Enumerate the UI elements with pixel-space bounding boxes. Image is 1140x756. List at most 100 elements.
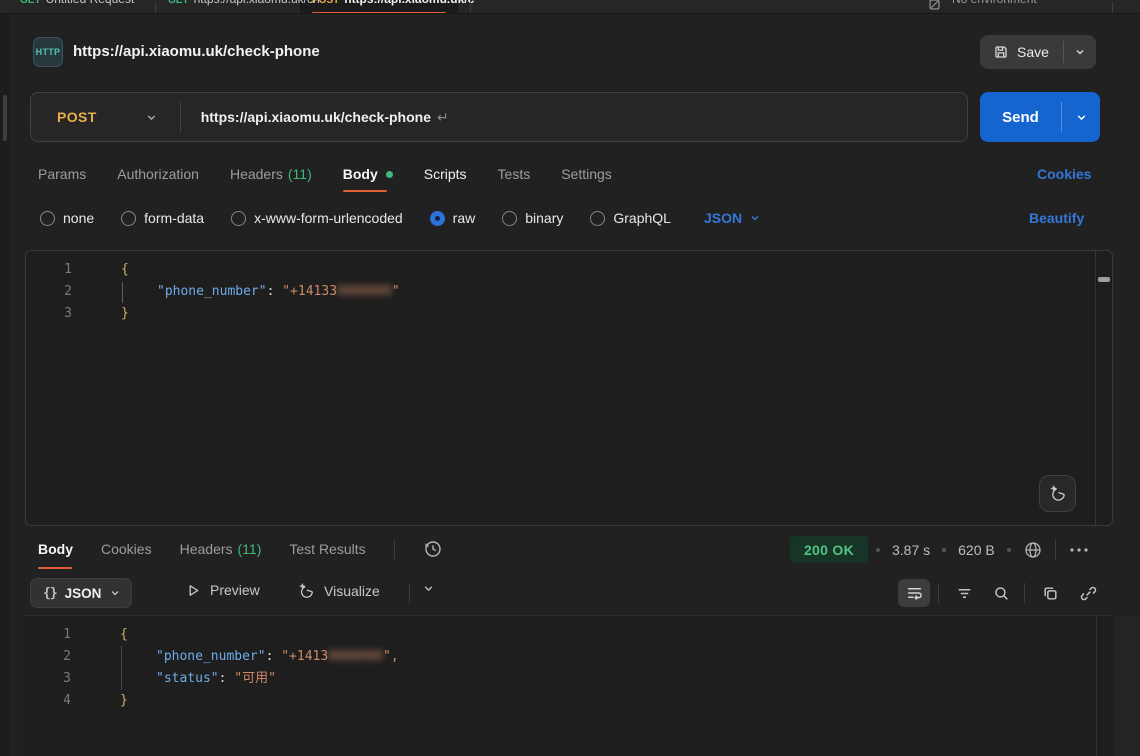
method-selector-button[interactable] (145, 111, 158, 124)
environment-icon[interactable] (928, 0, 941, 11)
response-time[interactable]: 3.87 s (892, 542, 930, 558)
request-body-editor[interactable]: 1 2 3 { "phone_number": "+141330000000" … (25, 250, 1113, 526)
line-number-gutter: 1 2 3 4 (25, 624, 95, 712)
code-lines: { "phone_number": "+141330000000" } (121, 259, 1082, 325)
braces-icon: {} (43, 586, 57, 601)
radio-circle (590, 211, 605, 226)
radio-binary[interactable]: binary (502, 210, 563, 226)
visualize-options-button[interactable] (422, 582, 435, 595)
active-tab-underline (343, 190, 387, 192)
method-badge: POST (312, 0, 339, 6)
send-options-button[interactable] (1062, 92, 1100, 142)
request-tab-2[interactable]: GEThttps://api.xiaomu.uk/ch (168, 0, 320, 6)
request-title[interactable]: https://api.xiaomu.uk/check-phone (73, 43, 320, 60)
redacted-phone-digits: 0000000 (337, 284, 392, 299)
send-button[interactable]: Send (980, 92, 1061, 142)
radio-x-www-form-urlencoded[interactable]: x-www-form-urlencoded (231, 210, 403, 226)
code-line: "phone_number": "+14130000000", (120, 646, 1083, 668)
chevron-down-icon (749, 212, 761, 224)
method-badge: GET (168, 0, 189, 6)
divider (409, 583, 410, 603)
return-symbol: ↵ (437, 109, 449, 125)
status-badge[interactable]: 200 OK (790, 536, 868, 563)
response-toolbar: {} JSON Preview Visualize (0, 578, 1140, 610)
sparkle-circle-icon (297, 582, 315, 600)
dot-separator (876, 548, 880, 552)
tab-tests[interactable]: Tests (498, 166, 531, 182)
tab-response-cookies[interactable]: Cookies (101, 541, 152, 557)
response-body-editor[interactable]: 1 2 3 4 { "phone_number": "+14130000000"… (25, 615, 1113, 756)
code-line: { (121, 259, 1082, 281)
postbot-fix-button[interactable] (1039, 475, 1076, 512)
sidebar-scroll-thumb[interactable] (3, 95, 7, 141)
environment-selector[interactable]: No environment (952, 0, 1037, 6)
save-button[interactable]: Save (980, 35, 1063, 69)
editor-scrollbar[interactable] (1096, 616, 1113, 756)
tab-divider (470, 2, 471, 14)
filter-icon (956, 585, 973, 602)
code-line: } (121, 303, 1082, 325)
dot-separator (942, 548, 946, 552)
radio-raw-selected[interactable]: raw (430, 210, 476, 226)
wrap-text-button[interactable] (898, 579, 930, 607)
response-meta-bar: Body Cookies Headers(11) Test Results 20… (0, 530, 1140, 570)
tab-headers[interactable]: Headers(11) (230, 166, 312, 182)
method-selector-value[interactable]: POST (31, 109, 97, 125)
request-tab-3-active[interactable]: POSThttps://api.xiaomu.uk/c (312, 0, 474, 6)
divider (938, 583, 939, 603)
request-tabs: Params Authorization Headers(11) Body Sc… (38, 166, 612, 182)
visualize-button[interactable]: Visualize (297, 582, 380, 600)
save-options-button[interactable] (1064, 35, 1096, 69)
editor-scrollbar[interactable] (1095, 251, 1112, 525)
more-options-button[interactable] (1068, 545, 1090, 555)
line-number: 4 (25, 690, 95, 712)
url-input[interactable]: https://api.xiaomu.uk/check-phone↵ (181, 109, 449, 126)
copy-icon (1042, 585, 1059, 602)
code-line: { (120, 624, 1083, 646)
filter-button[interactable] (948, 579, 980, 607)
headers-count-badge: (11) (288, 166, 312, 182)
network-info-button[interactable] (1023, 540, 1043, 560)
radio-form-data[interactable]: form-data (121, 210, 204, 226)
tab-authorization[interactable]: Authorization (117, 166, 199, 182)
preview-button[interactable]: Preview (186, 582, 260, 598)
response-size[interactable]: 620 B (958, 542, 995, 558)
chevron-down-icon (1075, 111, 1088, 124)
tab-settings[interactable]: Settings (561, 166, 612, 182)
scrollbar-thumb[interactable] (1098, 277, 1110, 282)
response-right-gutter (1114, 615, 1140, 756)
tab-scripts[interactable]: Scripts (424, 166, 467, 182)
chevron-down-icon (145, 111, 158, 124)
tab-body[interactable]: Body (343, 166, 393, 182)
body-type-row: none form-data x-www-form-urlencoded raw… (40, 210, 761, 226)
link-button[interactable] (1072, 579, 1104, 607)
cookies-link[interactable]: Cookies (1037, 166, 1091, 182)
history-clock-icon (423, 539, 443, 559)
radio-graphql[interactable]: GraphQL (590, 210, 671, 226)
beautify-link[interactable]: Beautify (1029, 210, 1084, 226)
copy-button[interactable] (1034, 579, 1066, 607)
line-number: 1 (25, 624, 95, 646)
radio-none[interactable]: none (40, 210, 94, 226)
tab-response-headers[interactable]: Headers(11) (180, 541, 262, 557)
code-line: "status": "可用" (120, 668, 1083, 690)
raw-format-selector[interactable]: JSON (704, 210, 761, 226)
http-protocol-icon: HTTP (33, 37, 63, 67)
line-number: 3 (26, 303, 96, 325)
line-number: 3 (25, 668, 95, 690)
tab-response-body[interactable]: Body (38, 541, 73, 557)
response-history-button[interactable] (423, 539, 443, 559)
link-icon (1080, 585, 1097, 602)
request-tab-1[interactable]: GETUntitled Request (20, 0, 134, 6)
request-header: HTTP https://api.xiaomu.uk/check-phone S… (0, 14, 1140, 80)
response-format-selector[interactable]: {} JSON (30, 578, 132, 608)
tab-test-results[interactable]: Test Results (289, 541, 365, 557)
dot-separator (1007, 548, 1011, 552)
line-number: 2 (26, 281, 96, 303)
search-button[interactable] (985, 579, 1017, 607)
divider (1024, 583, 1025, 603)
search-icon (993, 585, 1010, 602)
code-lines: { "phone_number": "+14130000000", "statu… (120, 624, 1083, 712)
active-tab-underline (38, 567, 72, 569)
tab-params[interactable]: Params (38, 166, 86, 182)
